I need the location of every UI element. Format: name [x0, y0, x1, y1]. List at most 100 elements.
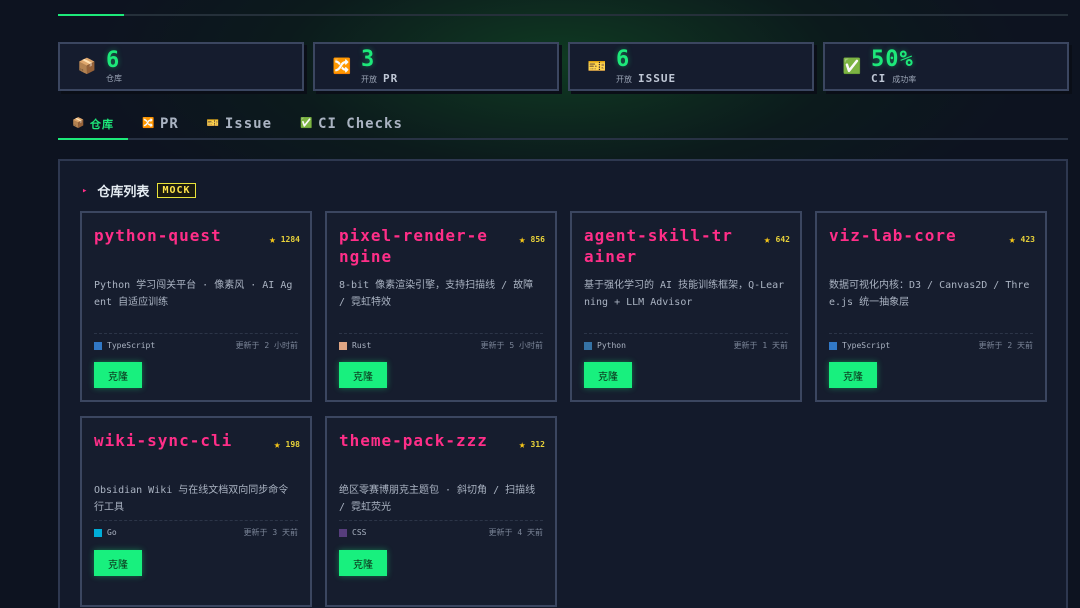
- panel-header: ▸ 仓库列表 MOCK: [82, 181, 196, 200]
- language-label: Rust: [352, 341, 372, 350]
- clone-button[interactable]: 克隆: [339, 362, 387, 388]
- repo-meta: CSS 更新于 4 天前: [339, 520, 543, 538]
- star-count: ★ 1284: [269, 233, 300, 246]
- panel-title: 仓库列表: [97, 185, 150, 200]
- check-icon: ✅: [842, 57, 862, 75]
- repo-card[interactable]: python-quest ★ 1284 Python 学习闯关平台 · 像素风 ·…: [80, 211, 312, 402]
- repo-name[interactable]: viz-lab-core: [829, 225, 987, 246]
- progress-fill: [58, 14, 124, 16]
- stat-label: 开放: [616, 74, 632, 84]
- repo-description: 绝区零赛博朋克主题包 · 斜切角 / 扫描线 / 霓虹荧光: [339, 485, 536, 513]
- package-icon: 📦: [72, 118, 86, 129]
- stat-label: 成功率: [892, 74, 917, 84]
- stat-value: 6: [106, 47, 121, 73]
- star-value: 1284: [280, 235, 300, 244]
- stat-label: 开放: [361, 74, 377, 84]
- star-value: 423: [1020, 235, 1035, 244]
- tab-issue[interactable]: 🎫 Issue: [193, 110, 286, 138]
- updated-time: 更新于 5 小时前: [480, 341, 543, 350]
- star-value: 642: [775, 235, 790, 244]
- language-label: Go: [107, 528, 117, 537]
- repo-meta: Python 更新于 1 天前: [584, 333, 788, 351]
- star-count: ★ 423: [1009, 233, 1035, 246]
- shuffle-icon: 🔀: [142, 118, 156, 129]
- star-count: ★ 642: [764, 233, 790, 246]
- star-value: 198: [285, 440, 300, 449]
- stat-label-en: PR: [383, 71, 399, 85]
- star-count: ★ 856: [519, 233, 545, 246]
- stat-value: 3: [361, 46, 376, 72]
- repo-description: 8-bit 像素渲染引擎，支持扫描线 / 故障 / 霓虹特效: [339, 280, 534, 308]
- updated-time: 更新于 4 天前: [488, 528, 543, 537]
- tab-pr[interactable]: 🔀 PR: [128, 110, 193, 138]
- star-value: 856: [530, 235, 545, 244]
- progress-bar: [58, 14, 1068, 16]
- tab-label: 仓库: [90, 118, 114, 131]
- repo-language: Python: [584, 341, 626, 350]
- star-count: ★ 312: [519, 438, 545, 451]
- repo-name[interactable]: python-quest: [94, 225, 252, 246]
- updated-time: 更新于 2 小时前: [235, 341, 298, 350]
- repo-name[interactable]: theme-pack-zzz: [339, 430, 497, 451]
- repo-panel: ▸ 仓库列表 MOCK python-quest ★ 1284 Python 学习…: [58, 159, 1068, 608]
- repo-card[interactable]: viz-lab-core ★ 423 数据可视化内核：D3 / Canvas2D …: [815, 211, 1047, 402]
- repo-card[interactable]: agent-skill-trainer ★ 642 基于强化学习的 AI 技能训练…: [570, 211, 802, 402]
- arrow-icon: ▸: [82, 185, 88, 196]
- tab-label: CI Checks: [318, 116, 403, 132]
- repo-language: CSS: [339, 528, 366, 537]
- shuffle-icon: 🔀: [332, 57, 352, 75]
- repo-language: Rust: [339, 341, 371, 350]
- repo-meta: Rust 更新于 5 小时前: [339, 333, 543, 351]
- repo-meta: Go 更新于 3 天前: [94, 520, 298, 538]
- ticket-icon: 🎫: [587, 57, 607, 75]
- tab-label: Issue: [224, 116, 273, 132]
- language-label: TypeScript: [107, 341, 156, 350]
- repo-meta: TypeScript 更新于 2 小时前: [94, 333, 298, 351]
- stat-label-en: CI: [871, 71, 887, 85]
- stat-value: 50%: [871, 46, 914, 72]
- star-icon: ★: [273, 438, 281, 451]
- package-icon: 📦: [77, 57, 97, 75]
- ticket-icon: 🎫: [206, 118, 221, 129]
- repo-language: TypeScript: [829, 341, 890, 350]
- star-icon: ★: [518, 233, 526, 246]
- language-color-dot: [94, 341, 102, 350]
- star-count: ★ 198: [274, 438, 300, 451]
- repo-name[interactable]: pixel-render-engine: [339, 225, 497, 267]
- clone-button[interactable]: 克隆: [94, 362, 142, 388]
- stats-row: 📦 6 仓库 🔀 3 开放 PR 🎫 6 开放 ISSUE ✅ 50% CI 成功率: [58, 42, 1070, 91]
- repo-card[interactable]: pixel-render-engine ★ 856 8-bit 像素渲染引擎，支持…: [325, 211, 557, 402]
- stat-label-en: ISSUE: [638, 71, 677, 85]
- check-icon: ✅: [300, 118, 314, 129]
- tab-label: PR: [160, 116, 179, 132]
- repo-description: Obsidian Wiki 与在线文档双向同步命令行工具: [94, 485, 289, 513]
- stat-prs: 🔀 3 开放 PR: [313, 42, 559, 91]
- stat-repos: 📦 6 仓库: [58, 42, 304, 91]
- language-color-dot: [339, 528, 347, 537]
- repo-meta: TypeScript 更新于 2 天前: [829, 333, 1033, 351]
- mock-badge: MOCK: [157, 183, 196, 198]
- language-color-dot: [829, 341, 837, 350]
- repo-card[interactable]: theme-pack-zzz ★ 312 绝区零赛博朋克主题包 · 斜切角 / 扫…: [325, 416, 557, 607]
- repo-card[interactable]: wiki-sync-cli ★ 198 Obsidian Wiki 与在线文档双向…: [80, 416, 312, 607]
- tab-repos[interactable]: 📦 仓库: [58, 110, 128, 140]
- tab-bar: 📦 仓库 🔀 PR 🎫 Issue ✅ CI Checks: [58, 110, 1068, 140]
- star-icon: ★: [763, 233, 771, 246]
- star-icon: ★: [269, 233, 276, 246]
- clone-button[interactable]: 克隆: [829, 362, 877, 388]
- updated-time: 更新于 3 天前: [243, 528, 298, 537]
- star-icon: ★: [518, 438, 526, 451]
- repo-name[interactable]: wiki-sync-cli: [94, 430, 252, 451]
- clone-button[interactable]: 克隆: [339, 550, 387, 576]
- tab-ci-checks[interactable]: ✅ CI Checks: [286, 110, 417, 138]
- repo-language: TypeScript: [94, 341, 155, 350]
- language-label: Python: [597, 341, 626, 350]
- stat-value: 6: [616, 46, 631, 72]
- stat-label: 仓库: [106, 73, 122, 83]
- clone-button[interactable]: 克隆: [94, 550, 142, 576]
- language-label: CSS: [352, 528, 367, 537]
- clone-button[interactable]: 克隆: [584, 362, 632, 388]
- language-label: TypeScript: [842, 341, 891, 350]
- repo-name[interactable]: agent-skill-trainer: [584, 225, 742, 267]
- repo-language: Go: [94, 528, 117, 537]
